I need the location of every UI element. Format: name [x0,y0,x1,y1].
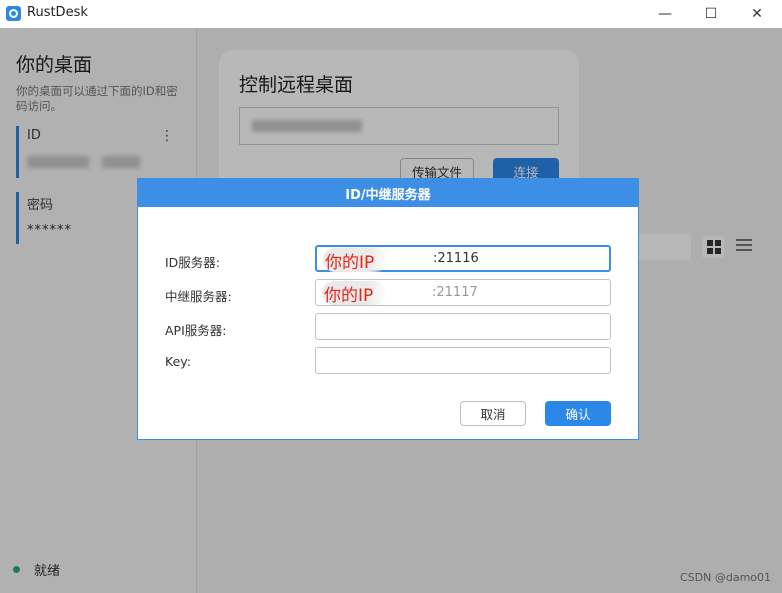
id-server-annotation: 你的IP [323,248,389,273]
relay-server-annotation: 你的IP [322,281,388,306]
id-relay-server-dialog: ID/中继服务器 ID服务器: 你的IP :21116 中继服务器: 你的IP … [137,178,639,440]
id-server-label: ID服务器: [165,255,221,270]
close-button[interactable]: ✕ [734,0,780,28]
title-bar: RustDesk — ☐ ✕ [0,0,782,28]
relay-server-port: :21117 [432,285,478,300]
minimize-button[interactable]: — [642,0,688,28]
key-row: Key: [138,347,638,377]
relay-server-row: 中继服务器: 你的IP :21117 [138,279,638,309]
confirm-button[interactable]: 确认 [545,401,611,426]
rustdesk-logo-icon [6,6,21,21]
key-input[interactable] [315,347,611,374]
dialog-title: ID/中继服务器 [138,179,638,207]
cancel-button[interactable]: 取消 [460,401,526,426]
maximize-button[interactable]: ☐ [688,0,734,28]
id-server-port: :21116 [433,251,479,266]
key-label: Key: [165,354,191,369]
api-server-label: API服务器: [165,323,227,338]
relay-server-input[interactable]: 你的IP :21117 [315,279,611,306]
api-server-row: API服务器: [138,313,638,343]
window-title: RustDesk [27,5,88,20]
api-server-input[interactable] [315,313,611,340]
id-server-input[interactable]: 你的IP :21116 [315,245,611,273]
relay-server-label: 中继服务器: [165,289,232,304]
id-server-row: ID服务器: 你的IP :21116 [138,245,638,275]
